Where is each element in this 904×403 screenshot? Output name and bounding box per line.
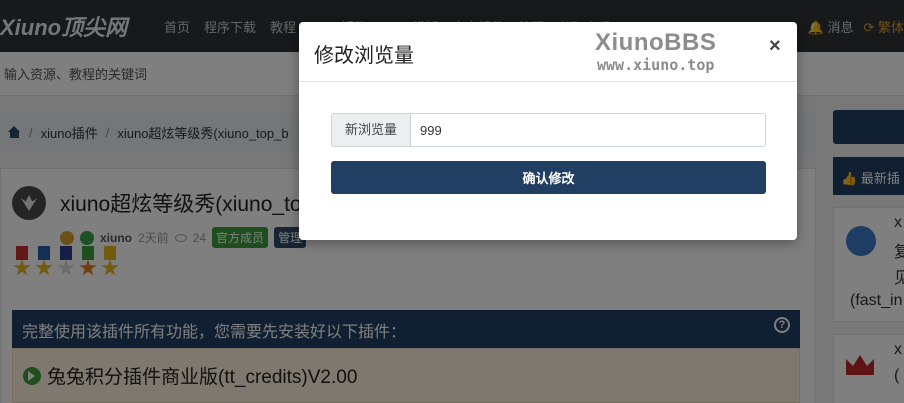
views-input-label: 新浏览量 <box>331 113 410 147</box>
modal-title: 修改浏览量 <box>314 45 414 67</box>
views-input[interactable] <box>410 113 766 147</box>
close-button[interactable]: × <box>769 36 781 56</box>
modal-header: 修改浏览量 XiunoBBS www.xiuno.top × <box>299 22 797 82</box>
edit-views-modal: 修改浏览量 XiunoBBS www.xiuno.top × 新浏览量 确认修改 <box>299 22 797 240</box>
watermark-brand: XiunoBBS <box>595 29 717 56</box>
views-input-group: 新浏览量 <box>331 113 766 147</box>
xiunobbs-watermark: XiunoBBS www.xiuno.top <box>595 29 755 75</box>
confirm-button[interactable]: 确认修改 <box>331 161 766 194</box>
watermark-url: www.xiuno.top <box>597 56 715 74</box>
